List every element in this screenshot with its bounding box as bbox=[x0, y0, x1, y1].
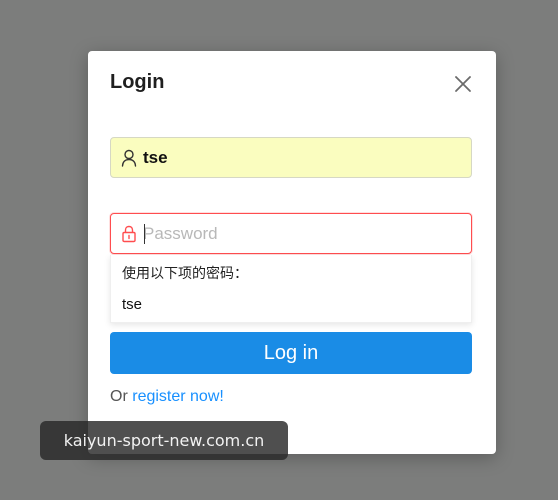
close-icon bbox=[455, 76, 471, 92]
close-button[interactable] bbox=[452, 73, 474, 95]
lock-icon bbox=[122, 225, 136, 243]
password-field-wrapper bbox=[110, 213, 472, 254]
modal-title: Login bbox=[110, 71, 165, 93]
username-field-wrapper bbox=[110, 137, 472, 178]
autofill-header: 使用以下项的密码： bbox=[122, 266, 248, 282]
watermark: kaiyun-sport-new.com.cn bbox=[40, 421, 288, 460]
login-button[interactable]: Log in bbox=[110, 332, 472, 374]
login-modal: Login 使用以下项的密码： tse Log in Or register n… bbox=[88, 51, 496, 454]
autofill-suggestion-label: tse bbox=[122, 296, 143, 313]
register-prefix: Or bbox=[110, 388, 128, 405]
register-link[interactable]: register now! bbox=[132, 388, 224, 405]
register-row: Or register now! bbox=[110, 388, 224, 406]
text-caret bbox=[144, 224, 145, 244]
user-icon bbox=[121, 149, 137, 167]
autofill-dropdown: 使用以下项的密码： tse bbox=[110, 255, 472, 323]
autofill-suggestion-item[interactable]: tse bbox=[111, 293, 471, 321]
password-input[interactable] bbox=[143, 214, 463, 253]
username-input[interactable] bbox=[143, 138, 463, 177]
